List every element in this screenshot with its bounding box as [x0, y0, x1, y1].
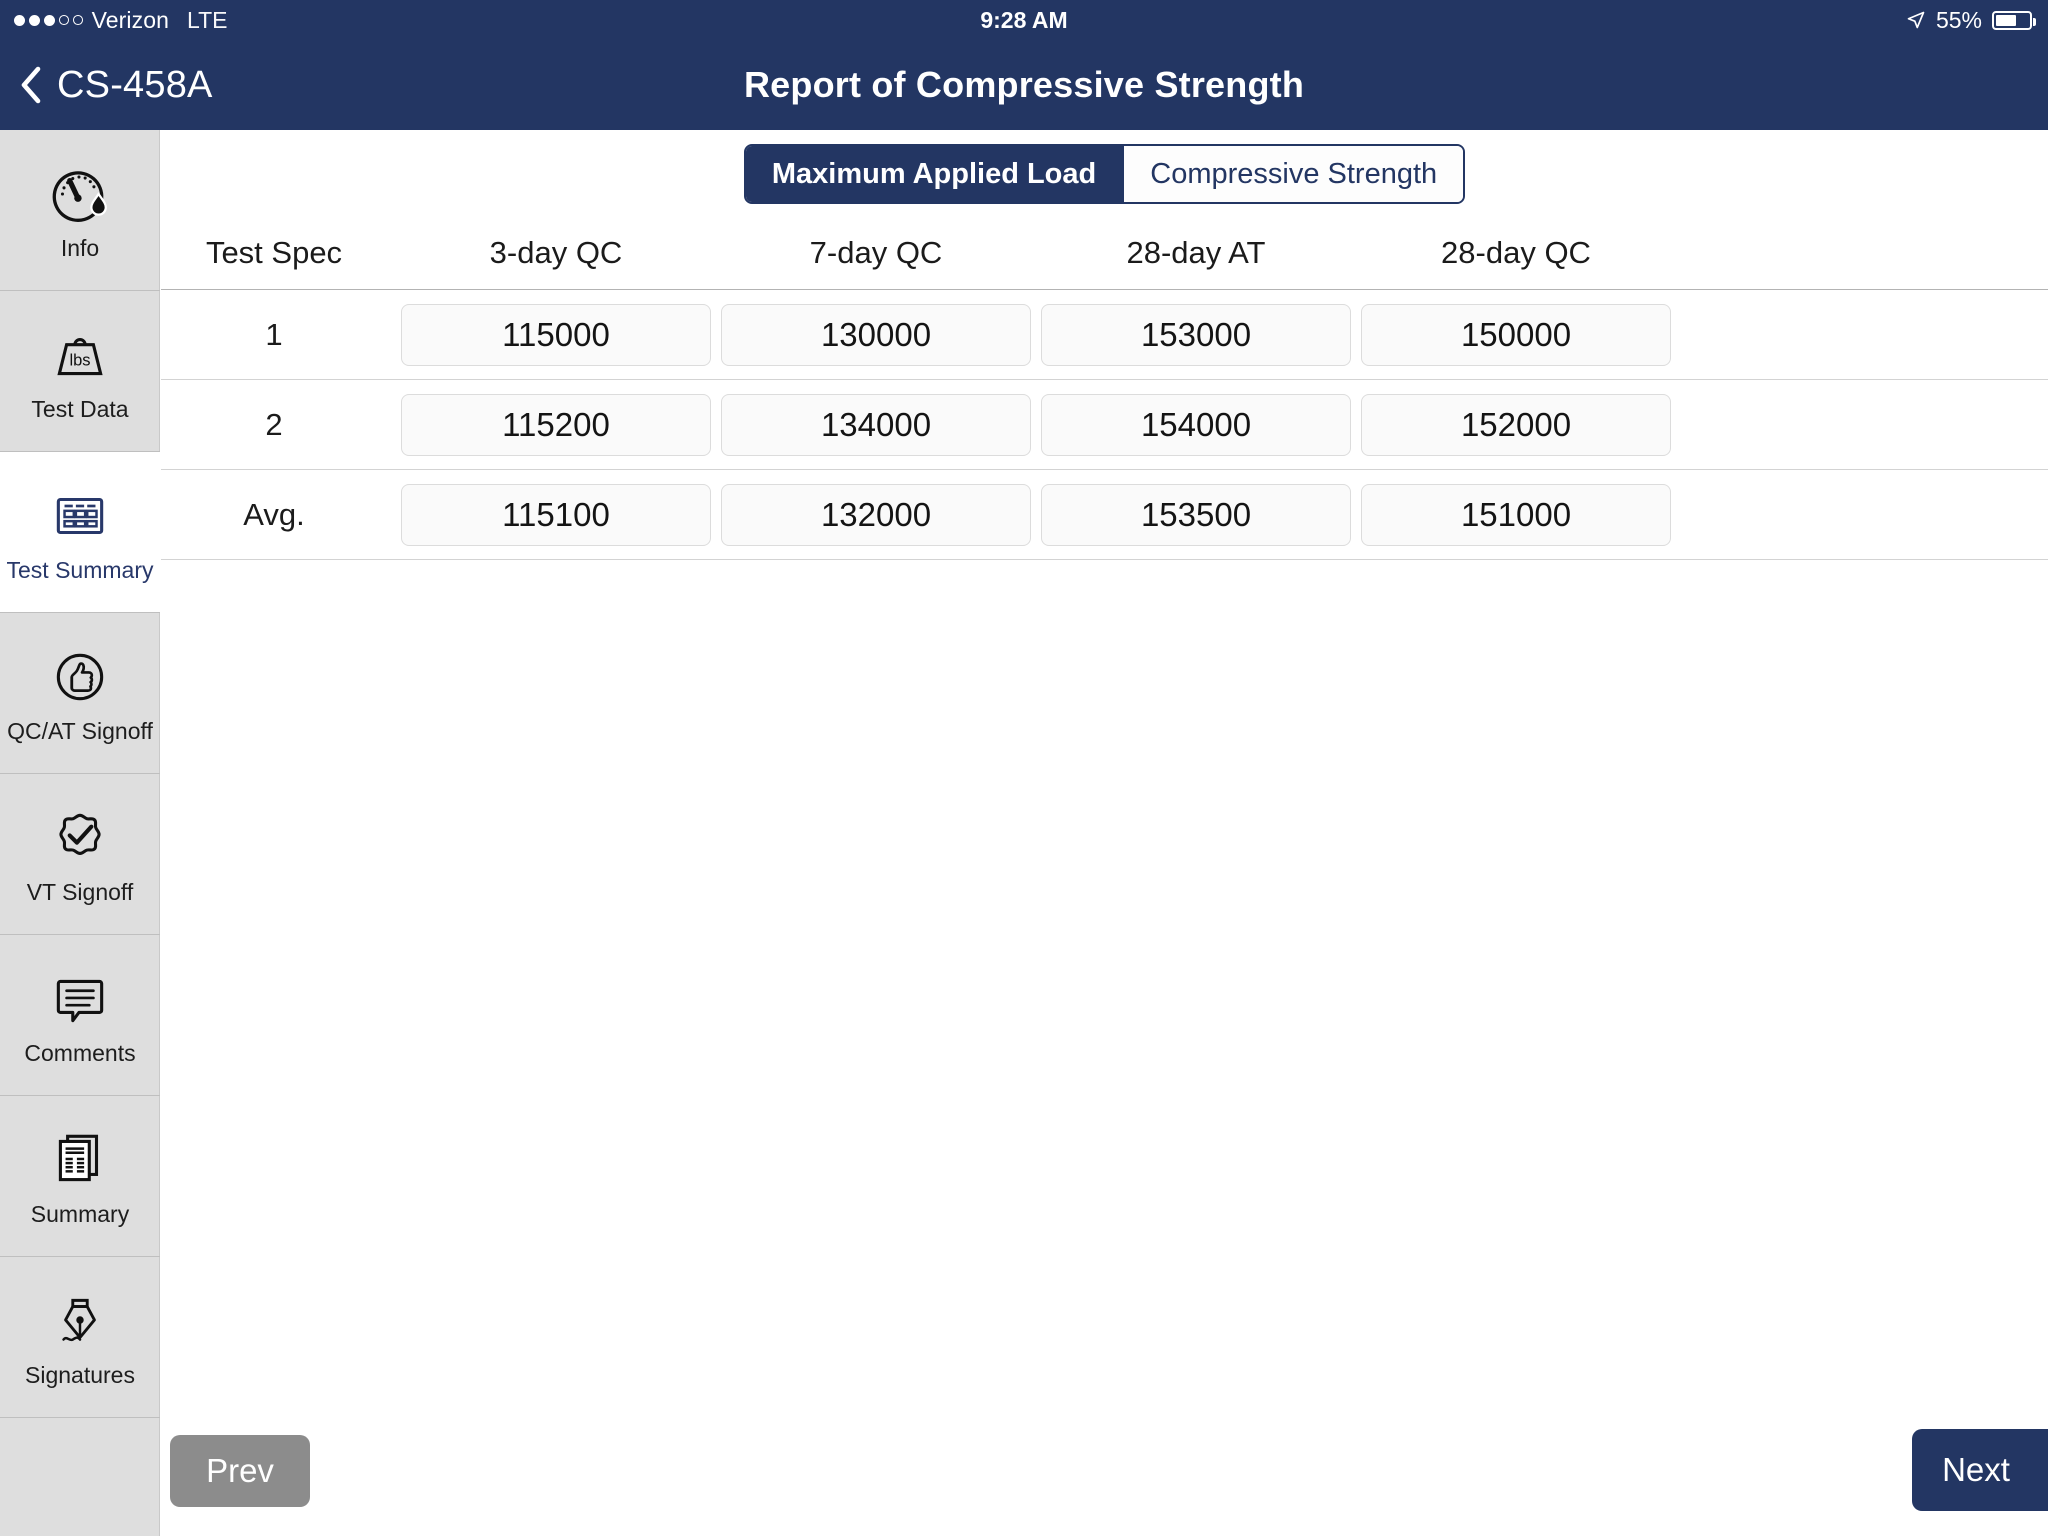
- sidebar-item-label: VT Signoff: [26, 878, 134, 905]
- sidebar-item-label: Signatures: [25, 1361, 135, 1388]
- fountain-pen-nib-icon: [62, 1298, 96, 1341]
- cell-input-28-day-qc[interactable]: 151000: [1361, 483, 1671, 546]
- navigation-bar: CS-458A Report of Compressive Strength: [0, 40, 2048, 130]
- table-row: 2 115200 134000 154000 152000: [161, 380, 2048, 469]
- cell-input-3-day-qc[interactable]: 115200: [401, 393, 711, 456]
- test-summary-table: Test Spec 3-day QC 7-day QC 28-day AT 28…: [161, 216, 2048, 560]
- cell-input-28-day-at[interactable]: 153000: [1041, 303, 1351, 366]
- table-row: 1 115000 130000 153000 150000: [161, 290, 2048, 379]
- cell-input-28-day-at[interactable]: 153500: [1041, 483, 1351, 546]
- documents-stack-icon: [58, 1134, 99, 1181]
- sidebar-item-label: Info: [60, 234, 100, 261]
- sidebar-item-label: Summary: [30, 1200, 130, 1227]
- gauge-droplet-icon: [52, 170, 107, 222]
- table-row: Avg. 115100 132000 153500 151000: [161, 470, 2048, 559]
- status-bar-right: 55%: [1906, 6, 2036, 34]
- prev-button-wrap: Prev: [170, 1435, 310, 1507]
- table-grid-icon: [56, 497, 104, 534]
- next-button-wrap: Next: [1912, 1429, 2048, 1511]
- sidebar-item-comments[interactable]: Comments: [0, 935, 160, 1095]
- thumbs-up-circle-icon: [56, 653, 104, 700]
- cell-input-28-day-qc[interactable]: 152000: [1361, 393, 1671, 456]
- weight-lbs-icon: lbs: [57, 337, 103, 375]
- sidebar-item-qc-at-signoff[interactable]: QC/AT Signoff: [0, 613, 160, 773]
- speech-bubble-lines-icon: [56, 979, 104, 1022]
- column-header-28-day-at: 28-day AT: [1126, 234, 1266, 270]
- table-header-row: Test Spec 3-day QC 7-day QC 28-day AT 28…: [161, 216, 2048, 289]
- chevron-left-icon: [21, 66, 41, 104]
- next-button[interactable]: Next: [1912, 1429, 2048, 1511]
- sidebar-item-label: Test Data: [31, 395, 129, 422]
- cell-input-3-day-qc[interactable]: 115100: [401, 483, 711, 546]
- column-header-3-day-qc: 3-day QC: [489, 234, 623, 270]
- main-content: Maximum Applied Load Compressive Strengt…: [161, 130, 2048, 1536]
- column-header-7-day-qc: 7-day QC: [809, 234, 943, 270]
- segment-maximum-applied-load[interactable]: Maximum Applied Load: [745, 146, 1123, 202]
- row-spec-label: 1: [265, 316, 283, 352]
- row-spec-label: 2: [265, 406, 283, 442]
- cell-input-7-day-qc[interactable]: 130000: [721, 303, 1031, 366]
- sidebar-item-test-summary[interactable]: Test Summary: [0, 452, 160, 612]
- cell-input-28-day-at[interactable]: 154000: [1041, 393, 1351, 456]
- row-spec-label: Avg.: [243, 496, 305, 532]
- segmented-control: Maximum Applied Load Compressive Strengt…: [161, 144, 2048, 204]
- cell-input-7-day-qc[interactable]: 132000: [721, 483, 1031, 546]
- sidebar-item-info[interactable]: Info: [0, 130, 160, 290]
- page-title: Report of Compressive Strength: [743, 64, 1305, 105]
- sidebar-item-label: Test Summary: [6, 556, 154, 583]
- app-screen: Verizon LTE 9:28 AM 55% CS-458A Report o…: [0, 0, 2048, 1536]
- column-header-28-day-qc: 28-day QC: [1441, 234, 1591, 270]
- sidebar: Info lbs Test Data Test Summary QC/AT Si…: [0, 130, 160, 1536]
- sidebar-item-label: Comments: [24, 1039, 136, 1066]
- column-header-test-spec: Test Spec: [205, 234, 343, 270]
- prev-button[interactable]: Prev: [170, 1435, 310, 1507]
- svg-text:lbs: lbs: [69, 351, 90, 369]
- sidebar-item-vt-signoff[interactable]: VT Signoff: [0, 774, 160, 934]
- cell-input-3-day-qc[interactable]: 115000: [401, 303, 711, 366]
- back-button[interactable]: CS-458A: [18, 40, 213, 130]
- cell-input-7-day-qc[interactable]: 134000: [721, 393, 1031, 456]
- status-bar: Verizon LTE 9:28 AM 55%: [0, 0, 2048, 40]
- cell-input-28-day-qc[interactable]: 150000: [1361, 303, 1671, 366]
- check-badge-icon: [59, 813, 101, 855]
- segment-compressive-strength[interactable]: Compressive Strength: [1122, 146, 1464, 202]
- back-button-label: CS-458A: [57, 63, 213, 106]
- battery-percent-label: 55%: [1935, 6, 1982, 33]
- sidebar-item-test-data[interactable]: lbs Test Data: [0, 291, 160, 451]
- location-arrow-icon: [1907, 11, 1925, 29]
- battery-icon: [1992, 10, 2036, 30]
- sidebar-divider: [0, 1417, 160, 1418]
- status-bar-clock: 9:28 AM: [980, 6, 1068, 33]
- sidebar-item-label: QC/AT Signoff: [7, 717, 153, 744]
- sidebar-item-summary[interactable]: Summary: [0, 1096, 160, 1256]
- sidebar-item-signatures[interactable]: Signatures: [0, 1257, 160, 1417]
- table-row-divider: [161, 559, 2048, 560]
